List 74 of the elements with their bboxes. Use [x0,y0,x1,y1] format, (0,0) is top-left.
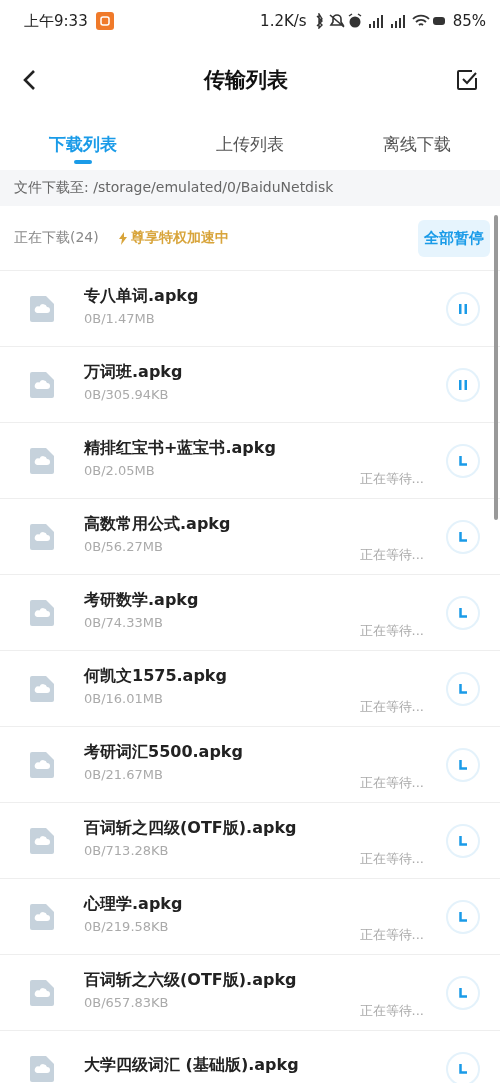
clock-hand-icon [459,1063,467,1074]
boost-label: 尊享特权加速中 [130,229,229,247]
clock-time: 上午9:33 [24,11,88,31]
clock-hand-icon [459,759,467,770]
waiting-button[interactable] [446,443,480,478]
file-name: 心理学.apkg [84,893,184,915]
file-name: 百词斩之六级(OTF版).apkg [84,969,298,991]
file-name: 专八单词.apkg [84,285,200,307]
network-speed: 1.2K/s [260,12,307,30]
file-name: 精排红宝书+蓝宝书.apkg [84,437,277,459]
clock-hand-icon [459,911,467,922]
file-name: 万词班.apkg [84,361,184,383]
waiting-status: 正在等待... [359,926,424,944]
file-size: 0B/21.67MB [84,766,164,782]
waiting-status: 正在等待... [359,774,424,792]
page-title: 传输列表 [204,67,288,94]
file-icon [30,447,54,474]
file-size: 0B/713.28KB [84,842,170,858]
file-icon [30,979,54,1006]
file-size: 0B/305.94KB [84,386,170,402]
file-icon [30,827,54,854]
waiting-status: 正在等待... [359,470,424,488]
tab[interactable]: 上传列表 [166,118,334,170]
pause-icon [459,303,467,314]
clock-hand-icon [459,987,467,998]
clock-hand-icon [459,835,467,846]
file-size: 0B/657.83KB [84,994,170,1010]
clock-hand-icon [459,683,467,694]
file-size: 0B/2.05MB [84,462,156,478]
waiting-status: 正在等待... [359,850,424,868]
file-icon [30,523,54,550]
lightning-icon [118,231,127,245]
file-icon [30,371,54,398]
file-name: 考研词汇5500.apkg [84,741,244,763]
waiting-button[interactable] [446,975,480,1010]
clock-hand-icon [459,455,467,466]
download-path: 文件下载至: /storage/emulated/0/BaiduNetdisk [0,170,500,206]
file-size: 0B/219.58KB [84,918,170,934]
file-name: 大学四级词汇 (基础版).apkg [84,1055,300,1076]
file-size: 0B/16.01MB [84,690,164,706]
app-notification-icon [95,12,114,30]
file-name: 考研数学.apkg [84,589,200,611]
battery-level: 85% [452,12,486,30]
file-size: 0B/1.47MB [84,310,156,326]
file-name: 何凯文1575.apkg [84,665,228,687]
file-name: 高数常用公式.apkg [84,513,232,535]
back-icon[interactable] [22,69,36,91]
waiting-status: 正在等待... [359,622,424,640]
download-count: 正在下载(24) [14,229,99,247]
file-icon [30,751,54,778]
file-icon [30,599,54,626]
waiting-button[interactable] [446,823,480,858]
pause-button[interactable] [446,367,480,402]
file-size: 0B/74.33MB [84,614,164,630]
waiting-button[interactable] [446,899,480,934]
waiting-button[interactable] [446,747,480,782]
tab[interactable]: 离线下载 [333,118,500,170]
waiting-button[interactable] [446,671,480,706]
file-icon [30,675,54,702]
file-icon [30,295,54,322]
waiting-button[interactable] [446,519,480,554]
file-name: 百词斩之四级(OTF版).apkg [84,817,298,839]
checkbox-edit-icon[interactable] [456,69,478,91]
waiting-status: 正在等待... [359,698,424,716]
waiting-status: 正在等待... [359,1002,424,1020]
waiting-button[interactable] [446,595,480,630]
waiting-status: 正在等待... [359,546,424,564]
file-size: 0B/56.27MB [84,538,164,554]
clock-hand-icon [459,607,467,618]
file-icon [30,903,54,930]
pause-icon [459,379,467,390]
pause-button[interactable] [446,291,480,326]
waiting-button[interactable] [446,1051,480,1083]
clock-hand-icon [459,531,467,542]
